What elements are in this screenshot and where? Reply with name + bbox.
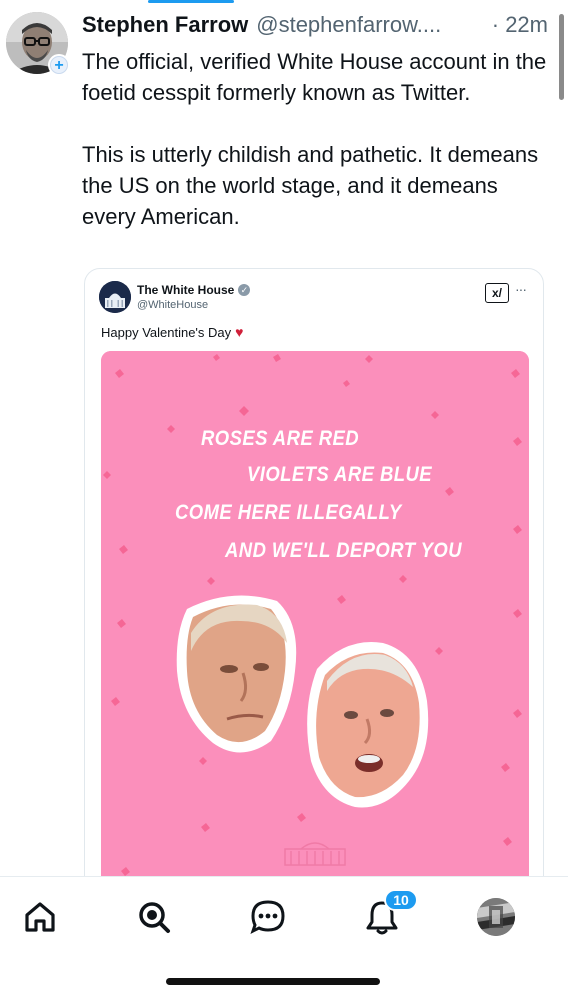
follow-badge[interactable]: + — [48, 54, 70, 76]
nav-home[interactable] — [18, 895, 62, 939]
notification-count-badge[interactable]: 10 — [384, 889, 418, 911]
grok-icon[interactable]: x/ — [485, 283, 509, 303]
poem-line-2: VIOLETS ARE BLUE — [247, 463, 433, 486]
messages-icon — [250, 900, 285, 934]
profile-avatar — [477, 898, 515, 936]
more-options-icon[interactable]: ··· — [515, 281, 527, 297]
post-timestamp[interactable]: · 22m — [492, 12, 548, 38]
quoted-author-handle[interactable]: @WhiteHouse — [137, 299, 208, 311]
post-header: Stephen Farrow @stephenfarrow.... · 22m — [82, 12, 548, 42]
bottom-navigation: 10 — [0, 877, 568, 957]
nav-explore[interactable] — [132, 895, 176, 939]
valentine-card-image[interactable]: ROSES ARE RED VIOLETS ARE BLUE COME HERE… — [101, 351, 529, 907]
plus-icon: + — [50, 56, 68, 74]
author-handle[interactable]: @stephenfarrow.... — [256, 12, 441, 38]
explore-icon — [139, 902, 170, 933]
quoted-post-text: Happy Valentine's Day — [101, 325, 232, 340]
nav-profile[interactable] — [474, 895, 518, 939]
verified-badge-icon: ✓ — [238, 284, 251, 296]
home-indicator[interactable] — [166, 978, 380, 985]
author-avatar[interactable]: + — [6, 12, 70, 76]
white-house-avatar — [99, 281, 131, 313]
quoted-post-text-row: Happy Valentine's Day ♥ — [101, 325, 243, 340]
poem-line-4: AND WE'LL DEPORT YOU — [225, 539, 463, 562]
heart-icon: ♥ — [235, 324, 244, 340]
post-paragraph-2: This is utterly childish and pathetic. I… — [82, 142, 539, 229]
post-body: The official, verified White House accou… — [82, 46, 548, 232]
quoted-post-card[interactable]: The White House ✓ @WhiteHouse x/ ··· Hap… — [84, 268, 544, 908]
poem-line-3: COME HERE ILLEGALLY — [175, 501, 402, 524]
nav-messages[interactable] — [246, 895, 290, 939]
quoted-author-name: The White House — [137, 283, 235, 297]
quoted-author-name-row[interactable]: The White House ✓ — [137, 283, 251, 297]
scrollbar[interactable] — [559, 14, 564, 100]
post-detail-screen: + Stephen Farrow @stephenfarrow.... · 22… — [0, 0, 568, 1000]
author-name[interactable]: Stephen Farrow — [82, 12, 248, 38]
top-accent-bar — [148, 0, 234, 3]
home-icon — [25, 902, 55, 932]
post-paragraph-1: The official, verified White House accou… — [82, 49, 547, 105]
poem-line-1: ROSES ARE RED — [201, 427, 360, 450]
